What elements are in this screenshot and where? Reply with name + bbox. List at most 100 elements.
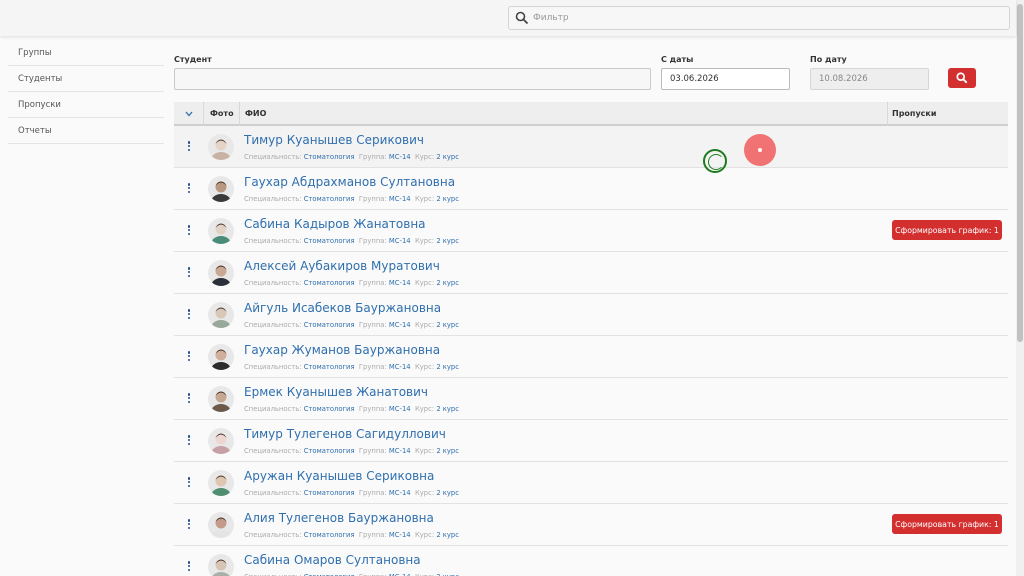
- search-button[interactable]: [948, 68, 976, 88]
- group-link[interactable]: МС-14: [389, 279, 411, 287]
- course-link[interactable]: 2 курс: [436, 237, 459, 245]
- specialty-link[interactable]: Стоматология: [304, 489, 355, 497]
- more-vertical-icon[interactable]: [184, 434, 194, 448]
- group-link[interactable]: МС-14: [389, 195, 411, 203]
- course-link[interactable]: 2 курс: [436, 405, 459, 413]
- course-link[interactable]: 2 курс: [436, 279, 459, 287]
- student-name-link[interactable]: Алия Тулегенов Бауржановна: [244, 511, 434, 525]
- chevron-down-icon: [185, 111, 193, 117]
- date-to-field[interactable]: [810, 68, 929, 90]
- specialty-link[interactable]: Стоматология: [304, 153, 355, 161]
- specialty-link[interactable]: Стоматология: [304, 447, 355, 455]
- student-name-link[interactable]: Аружан Куанышев Сериковна: [244, 469, 434, 483]
- group-link[interactable]: МС-14: [389, 321, 411, 329]
- table-row: Тимур Тулегенов Сагидуллович Специальност…: [174, 420, 1008, 462]
- group-link[interactable]: МС-14: [389, 447, 411, 455]
- course-link[interactable]: 2 курс: [436, 447, 459, 455]
- group-link[interactable]: МС-14: [389, 363, 411, 371]
- course-label: Курс:: [414, 489, 435, 497]
- table-row: Сабина Кадыров Жанатовна Специальность: С…: [174, 210, 1008, 252]
- more-vertical-icon[interactable]: [184, 182, 194, 196]
- course-label: Курс:: [414, 279, 435, 287]
- table-row: Айгуль Исабеков Бауржановна Специальность…: [174, 294, 1008, 336]
- specialty-link[interactable]: Стоматология: [304, 531, 355, 539]
- group-link[interactable]: МС-14: [389, 489, 411, 497]
- student-label: Студент: [174, 55, 212, 64]
- student-meta: Специальность: Стоматология Группа: МС-1…: [244, 279, 459, 287]
- sidebar-item-students[interactable]: Студенты: [8, 66, 164, 92]
- student-name-link[interactable]: Тимур Куанышев Серикович: [244, 133, 424, 147]
- group-link[interactable]: МС-14: [389, 237, 411, 245]
- course-link[interactable]: 2 курс: [436, 531, 459, 539]
- specialty-link[interactable]: Стоматология: [304, 363, 355, 371]
- date-from-label: С даты: [661, 55, 694, 64]
- date-from-field[interactable]: [661, 68, 790, 90]
- specialty-link[interactable]: Стоматология: [304, 279, 355, 287]
- student-name-link[interactable]: Сабина Кадыров Жанатовна: [244, 217, 426, 231]
- student-name-link[interactable]: Айгуль Исабеков Бауржановна: [244, 301, 441, 315]
- sidebar-item-absences[interactable]: Пропуски: [8, 92, 164, 118]
- student-name-link[interactable]: Тимур Тулегенов Сагидуллович: [244, 427, 446, 441]
- specialty-link[interactable]: Стоматология: [304, 321, 355, 329]
- student-meta: Специальность: Стоматология Группа: МС-1…: [244, 405, 459, 413]
- more-vertical-icon[interactable]: [184, 350, 194, 364]
- course-label: Курс:: [414, 405, 435, 413]
- specialty-label: Специальность:: [244, 321, 302, 329]
- search-icon: [956, 72, 968, 84]
- course-link[interactable]: 2 курс: [436, 321, 459, 329]
- filter-box[interactable]: [508, 6, 1010, 30]
- group-link[interactable]: МС-14: [389, 405, 411, 413]
- sidebar-item-reports[interactable]: Отчеты: [8, 118, 164, 144]
- more-vertical-icon[interactable]: [184, 518, 194, 532]
- group-label: Группа:: [358, 279, 387, 287]
- more-vertical-icon[interactable]: [184, 224, 194, 238]
- more-vertical-icon[interactable]: [184, 140, 194, 154]
- generate-schedule-button[interactable]: Сформировать график: 1: [892, 514, 1002, 534]
- more-vertical-icon[interactable]: [184, 266, 194, 280]
- avatar: [208, 512, 234, 538]
- header-photo: Фото: [204, 102, 240, 126]
- group-link[interactable]: МС-14: [389, 531, 411, 539]
- more-vertical-icon[interactable]: [184, 308, 194, 322]
- student-name-link[interactable]: Ермек Куанышев Жанатович: [244, 385, 428, 399]
- avatar: [208, 344, 234, 370]
- generate-schedule-button[interactable]: Сформировать график: 1: [892, 220, 1002, 240]
- course-link[interactable]: 2 курс: [436, 195, 459, 203]
- student-name-link[interactable]: Гаухар Абдрахманов Султановна: [244, 175, 455, 189]
- course-label: Курс:: [414, 321, 435, 329]
- course-link[interactable]: 2 курс: [436, 153, 459, 161]
- course-label: Курс:: [414, 153, 435, 161]
- header-sort[interactable]: [174, 102, 204, 126]
- student-meta: Специальность: Стоматология Группа: МС-1…: [244, 321, 459, 329]
- header-absences: Пропуски: [892, 109, 937, 118]
- more-vertical-icon[interactable]: [184, 392, 194, 406]
- avatar: [208, 302, 234, 328]
- filter-input[interactable]: [533, 7, 1003, 29]
- student-name-link[interactable]: Алексей Аубакиров Муратович: [244, 259, 440, 273]
- sidebar-item-groups[interactable]: Группы: [8, 40, 164, 66]
- student-name-link[interactable]: Гаухар Жуманов Бауржановна: [244, 343, 440, 357]
- students-table: Фото ФИО Пропуски Тимур Куанышев Сериков…: [174, 102, 1008, 576]
- group-label: Группа:: [358, 195, 387, 203]
- group-label: Группа:: [358, 153, 387, 161]
- course-link[interactable]: 2 курс: [436, 363, 459, 371]
- group-link[interactable]: МС-14: [389, 153, 411, 161]
- table-body: Тимур Куанышев Серикович Специальность: С…: [174, 126, 1008, 576]
- avatar: [208, 260, 234, 286]
- avatar: [208, 218, 234, 244]
- course-link[interactable]: 2 курс: [436, 489, 459, 497]
- student-field[interactable]: [174, 68, 651, 90]
- more-vertical-icon[interactable]: [184, 560, 194, 574]
- specialty-link[interactable]: Стоматология: [304, 405, 355, 413]
- more-vertical-icon[interactable]: [184, 476, 194, 490]
- student-meta: Специальность: Стоматология Группа: МС-1…: [244, 531, 459, 539]
- table-row: Алия Тулегенов Бауржановна Специальность:…: [174, 504, 1008, 546]
- student-meta: Специальность: Стоматология Группа: МС-1…: [244, 447, 459, 455]
- specialty-link[interactable]: Стоматология: [304, 195, 355, 203]
- course-label: Курс:: [414, 363, 435, 371]
- search-icon: [515, 11, 529, 25]
- specialty-link[interactable]: Стоматология: [304, 237, 355, 245]
- group-label: Группа:: [358, 363, 387, 371]
- scrollbar-thumb[interactable]: [1017, 4, 1023, 342]
- student-name-link[interactable]: Сабина Омаров Султановна: [244, 553, 421, 567]
